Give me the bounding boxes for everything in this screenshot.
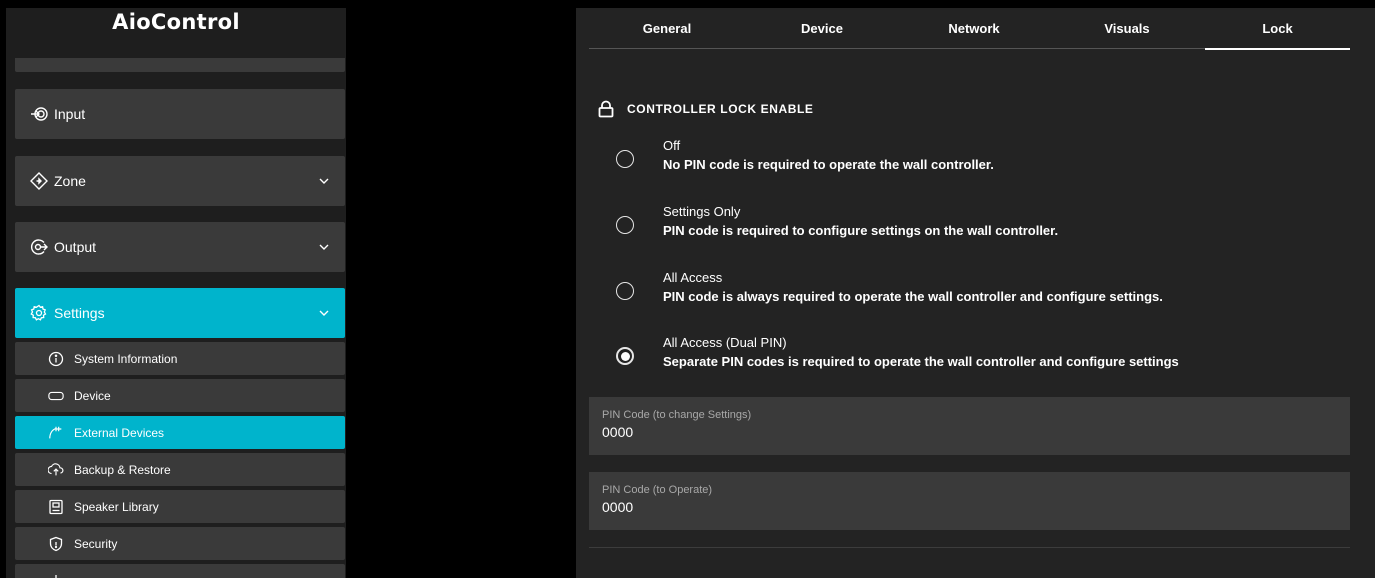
sidebar-subitem-label: System Information bbox=[74, 351, 178, 366]
app-logo: AioControl bbox=[112, 10, 240, 34]
pin-settings-value[interactable]: 0000 bbox=[602, 424, 1337, 440]
section-divider bbox=[589, 547, 1350, 548]
pin-settings-field[interactable]: PIN Code (to change Settings) 0000 bbox=[589, 397, 1350, 455]
sidebar-subitem-backup-restore[interactable]: Backup & Restore bbox=[15, 453, 345, 486]
lock-option-all-access-dual-pin[interactable]: All Access (Dual PIN) Separate PIN codes… bbox=[614, 335, 1334, 383]
option-description: PIN code is required to configure settin… bbox=[663, 223, 1059, 238]
sidebar-subitem-label: Backup & Restore bbox=[74, 462, 171, 477]
shield-icon bbox=[48, 536, 64, 552]
tab-lock[interactable]: Lock bbox=[1205, 8, 1350, 50]
sidebar-subitem-label: Security bbox=[74, 536, 118, 551]
sidebar-subitem-speaker-library[interactable]: Speaker Library bbox=[15, 490, 345, 523]
sidebar-subitem-label: Speaker Library bbox=[74, 499, 159, 514]
option-title: Settings Only bbox=[663, 204, 741, 219]
settings-panel: General Device Network Visuals Lock CONT… bbox=[576, 8, 1375, 578]
info-icon bbox=[48, 351, 64, 367]
sidebar-subitem-system-information[interactable]: System Information bbox=[15, 342, 345, 375]
option-title: All Access (Dual PIN) bbox=[663, 335, 787, 350]
sidebar-subitem-external-devices[interactable]: External Devices bbox=[15, 416, 345, 449]
pin-settings-label: PIN Code (to change Settings) bbox=[602, 409, 752, 421]
tab-network[interactable]: Network bbox=[899, 8, 1049, 49]
sidebar-item-label: Output bbox=[54, 239, 97, 255]
external-devices-icon bbox=[48, 425, 64, 441]
option-title: Off bbox=[663, 138, 681, 153]
option-title: All Access bbox=[663, 270, 723, 285]
sidebar-item-input[interactable]: Input bbox=[15, 89, 345, 139]
sidebar-item-label: Input bbox=[54, 106, 86, 122]
option-description: PIN code is always required to operate t… bbox=[663, 289, 1163, 304]
tab-visuals[interactable]: Visuals bbox=[1049, 8, 1205, 49]
pin-operate-value[interactable]: 0000 bbox=[602, 499, 1337, 515]
sidebar-subitem-device[interactable]: Device bbox=[15, 379, 345, 412]
pin-operate-label: PIN Code (to Operate) bbox=[602, 484, 713, 496]
settings-icon bbox=[30, 304, 48, 322]
lock-option-settings-only[interactable]: Settings Only PIN code is required to co… bbox=[614, 204, 1334, 252]
speaker-library-icon bbox=[48, 499, 64, 515]
backup-restore-icon bbox=[48, 462, 64, 478]
sidebar-item-settings[interactable]: Settings bbox=[15, 288, 345, 338]
lock-option-all-access[interactable]: All Access PIN code is always required t… bbox=[614, 270, 1334, 318]
radio-all-access[interactable] bbox=[616, 282, 634, 300]
sidebar-item-zone[interactable]: Zone bbox=[15, 156, 345, 206]
sidebar-item-label: Settings bbox=[54, 305, 105, 321]
sidebar-subitem-partial[interactable] bbox=[15, 564, 345, 578]
lock-option-off[interactable]: Off No PIN code is required to operate t… bbox=[614, 138, 1334, 186]
device-icon bbox=[48, 388, 64, 404]
sidebar-item-label: Zone bbox=[54, 173, 86, 189]
sidebar-item-output[interactable]: Output bbox=[15, 222, 345, 272]
sidebar-top-bar bbox=[15, 58, 345, 72]
option-description: No PIN code is required to operate the w… bbox=[663, 157, 994, 172]
sidebar-subitem-security[interactable]: Security bbox=[15, 527, 345, 560]
tab-general[interactable]: General bbox=[589, 8, 745, 49]
partial-icon bbox=[48, 573, 64, 578]
controller-lock-title: CONTROLLER LOCK ENABLE bbox=[627, 102, 814, 116]
lock-icon bbox=[598, 100, 614, 118]
sidebar: AioControl Input Zone Output Settings Sy… bbox=[6, 8, 346, 578]
sidebar-subitem-label: External Devices bbox=[74, 425, 165, 440]
pin-operate-field[interactable]: PIN Code (to Operate) 0000 bbox=[589, 472, 1350, 530]
tab-device[interactable]: Device bbox=[745, 8, 899, 49]
input-icon bbox=[30, 105, 48, 123]
zone-icon bbox=[30, 172, 48, 190]
settings-tabs: General Device Network Visuals Lock bbox=[589, 8, 1350, 50]
radio-settings-only[interactable] bbox=[616, 216, 634, 234]
radio-all-access-dual-pin[interactable] bbox=[616, 347, 634, 365]
radio-off[interactable] bbox=[616, 150, 634, 168]
controller-lock-header: CONTROLLER LOCK ENABLE bbox=[597, 100, 814, 118]
output-icon bbox=[30, 238, 48, 256]
chevron-down-icon bbox=[319, 310, 329, 316]
sidebar-subitem-label: Device bbox=[74, 388, 111, 403]
chevron-down-icon bbox=[319, 178, 329, 184]
option-description: Separate PIN codes is required to operat… bbox=[663, 354, 1179, 369]
chevron-down-icon bbox=[319, 244, 329, 250]
